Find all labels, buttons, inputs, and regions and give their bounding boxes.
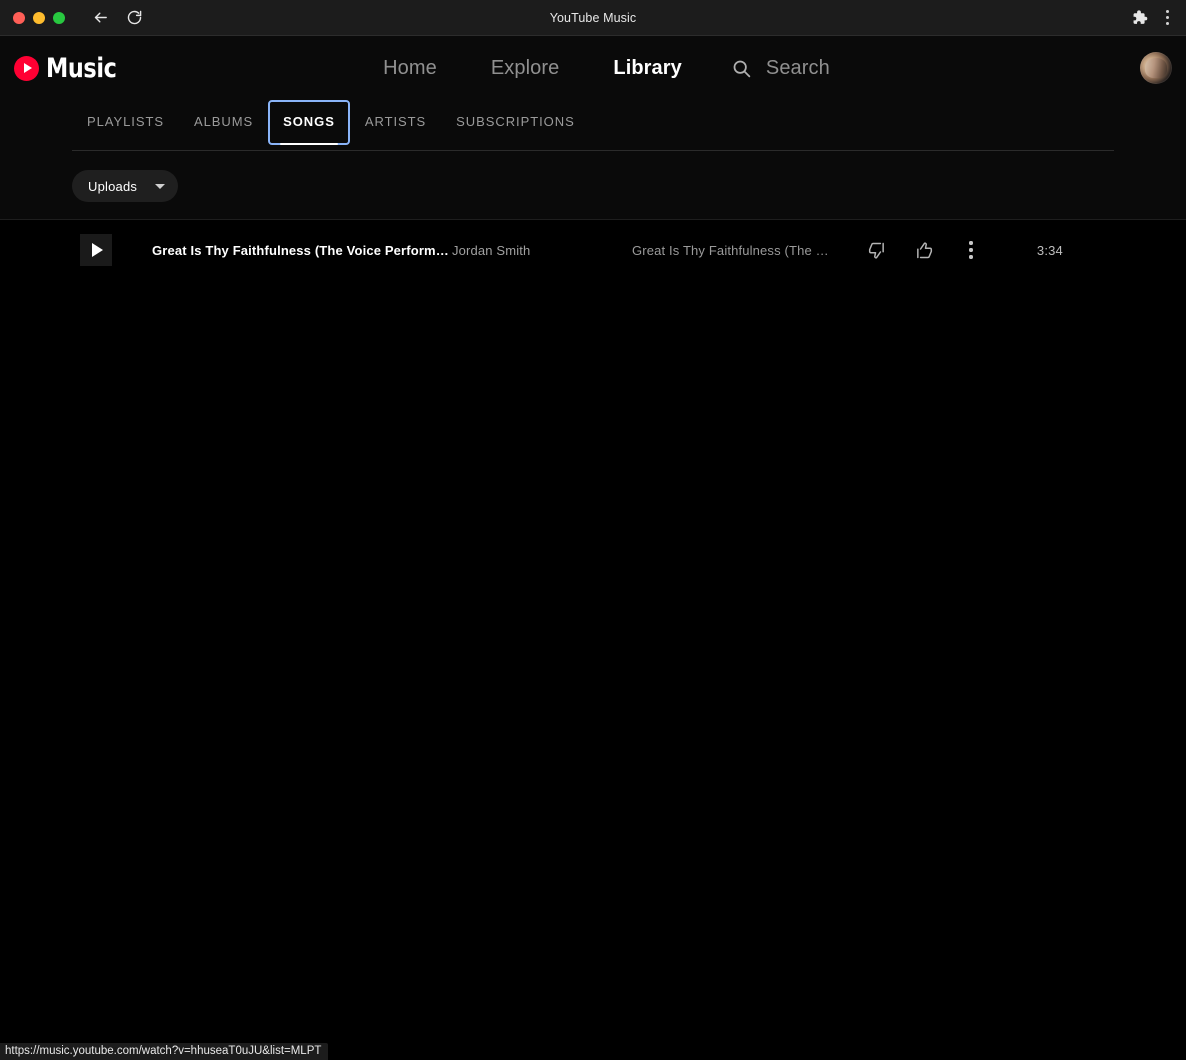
maximize-window-button[interactable] <box>53 11 65 24</box>
search-icon <box>733 60 751 77</box>
uploads-filter-chip[interactable]: Uploads <box>72 170 179 202</box>
play-button[interactable] <box>80 234 112 266</box>
reload-icon <box>127 10 141 25</box>
minimize-window-button[interactable] <box>33 11 45 24</box>
tabbar-divider <box>72 150 1114 151</box>
close-window-button[interactable] <box>13 11 25 24</box>
main-navigation: Home Explore Library Search <box>0 57 1186 80</box>
menu-dot <box>1165 16 1169 19</box>
song-list: Great Is Thy Faithfulness (The Voice Per… <box>0 222 1186 1060</box>
table-row[interactable]: Great Is Thy Faithfulness (The Voice Per… <box>0 222 1186 278</box>
thumbs-down-icon <box>868 242 884 259</box>
library-tabbar: PLAYLISTS ALBUMS SONGS ARTISTS SUBSCRIPT… <box>72 100 1114 151</box>
filter-row: Uploads <box>72 151 1114 202</box>
menu-dot <box>969 241 973 245</box>
browser-chrome: YouTube Music <box>0 0 1186 36</box>
tab-artists[interactable]: ARTISTS <box>350 100 441 145</box>
row-menu-button[interactable] <box>960 238 982 262</box>
like-button[interactable] <box>912 238 936 262</box>
tab-active-indicator <box>280 143 338 145</box>
tab-albums[interactable]: ALBUMS <box>179 100 268 145</box>
tab-playlists[interactable]: PLAYLISTS <box>72 100 179 145</box>
song-album[interactable]: Great Is Thy Faithfulness (The … <box>632 243 842 258</box>
menu-dot <box>1165 22 1169 25</box>
status-bar-url: https://music.youtube.com/watch?v=hhusea… <box>0 1043 329 1060</box>
logo-wordmark: Music <box>46 52 117 84</box>
uploads-filter-label: Uploads <box>88 178 138 194</box>
browser-nav-buttons <box>87 5 147 31</box>
nav-item-home[interactable]: Home <box>356 57 464 80</box>
tab-subscriptions[interactable]: SUBSCRIPTIONS <box>441 100 590 145</box>
browser-menu-button[interactable] <box>1156 6 1178 30</box>
menu-dot <box>969 255 973 259</box>
dislike-button[interactable] <box>864 238 888 262</box>
nav-item-explore[interactable]: Explore <box>464 57 587 80</box>
chevron-down-icon <box>155 183 166 189</box>
menu-dot <box>969 248 973 252</box>
song-duration: 3:34 <box>1036 242 1063 258</box>
window-title: YouTube Music <box>549 10 637 25</box>
row-actions <box>864 238 982 262</box>
menu-dot <box>1165 10 1169 13</box>
reload-button[interactable] <box>121 5 147 31</box>
youtube-music-logo-icon <box>14 55 39 81</box>
tab-songs[interactable]: SONGS <box>268 100 350 145</box>
back-arrow-icon <box>94 12 107 23</box>
puzzle-piece-icon <box>1133 10 1147 24</box>
search-placeholder: Search <box>765 56 830 79</box>
song-title: Great Is Thy Faithfulness (The Voice Per… <box>152 242 449 258</box>
thumbs-up-icon <box>916 241 932 258</box>
nav-item-library[interactable]: Library <box>586 57 709 80</box>
window-controls <box>0 11 65 24</box>
song-artist[interactable]: Jordan Smith <box>452 243 632 258</box>
play-icon <box>91 243 103 257</box>
tab-songs-label: SONGS <box>283 114 335 129</box>
avatar[interactable] <box>1140 52 1172 84</box>
app-header: Music Home Explore Library Search PLAYLI… <box>0 36 1186 220</box>
header-divider <box>0 219 1186 220</box>
search-box[interactable]: Search <box>731 57 830 80</box>
chrome-right-controls <box>1126 5 1186 31</box>
back-button[interactable] <box>87 5 113 31</box>
youtube-music-logo[interactable]: Music <box>14 48 123 88</box>
extensions-button[interactable] <box>1126 5 1152 31</box>
header-top-bar: Music Home Explore Library Search <box>0 36 1186 100</box>
